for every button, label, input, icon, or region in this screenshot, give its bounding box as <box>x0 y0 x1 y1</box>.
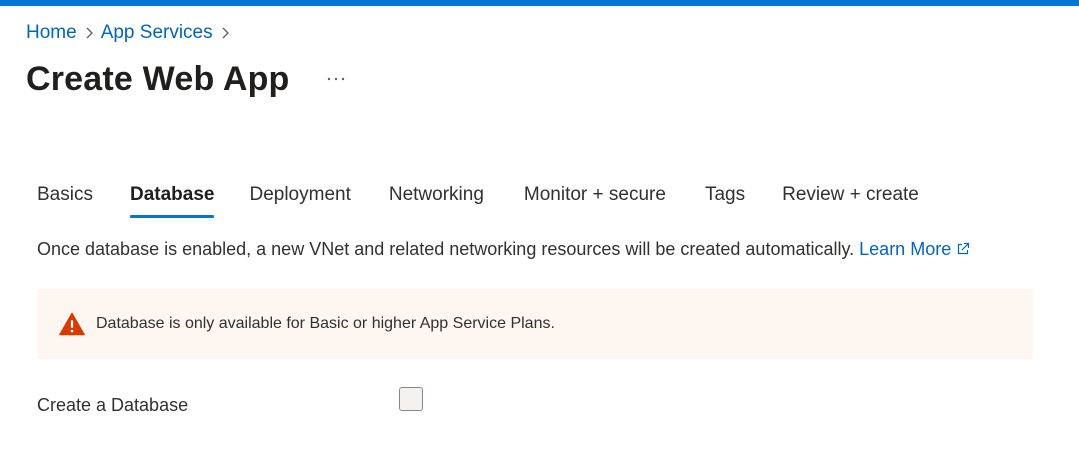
tab-tags[interactable]: Tags <box>705 182 745 220</box>
tab-monitor-secure[interactable]: Monitor + secure <box>524 182 666 220</box>
warning-icon <box>59 312 85 336</box>
tab-deployment[interactable]: Deployment <box>249 182 350 220</box>
create-database-label: Create a Database <box>37 395 189 415</box>
warning-banner: Database is only available for Basic or … <box>37 289 1033 359</box>
warning-message: Database is only available for Basic or … <box>96 315 555 332</box>
chevron-right-icon <box>77 26 101 40</box>
breadcrumb-home-link[interactable]: Home <box>26 21 77 45</box>
tab-networking[interactable]: Networking <box>389 182 484 220</box>
learn-more-label[interactable]: Learn More <box>859 239 951 259</box>
ellipsis-icon[interactable] <box>326 69 346 89</box>
page-title: Create Web App <box>26 60 290 98</box>
tab-review-create[interactable]: Review + create <box>782 182 919 220</box>
breadcrumb-app-services-link[interactable]: App Services <box>101 21 213 45</box>
breadcrumb: Home App Services <box>26 21 237 45</box>
tab-database[interactable]: Database <box>129 182 214 220</box>
info-message: Once database is enabled, a new VNet and… <box>37 239 855 259</box>
create-database-checkbox[interactable] <box>399 387 423 411</box>
database-info-text: Once database is enabled, a new VNet and… <box>37 236 970 263</box>
chevron-right-icon <box>213 26 237 40</box>
top-accent-bar <box>0 0 1079 6</box>
page-header: Create Web App <box>26 58 346 100</box>
tab-basics[interactable]: Basics <box>37 182 93 220</box>
external-link-icon[interactable] <box>956 237 970 263</box>
learn-more-link[interactable]: Learn More <box>859 239 970 259</box>
tab-bar: Basics Database Deployment Networking Mo… <box>37 182 919 220</box>
